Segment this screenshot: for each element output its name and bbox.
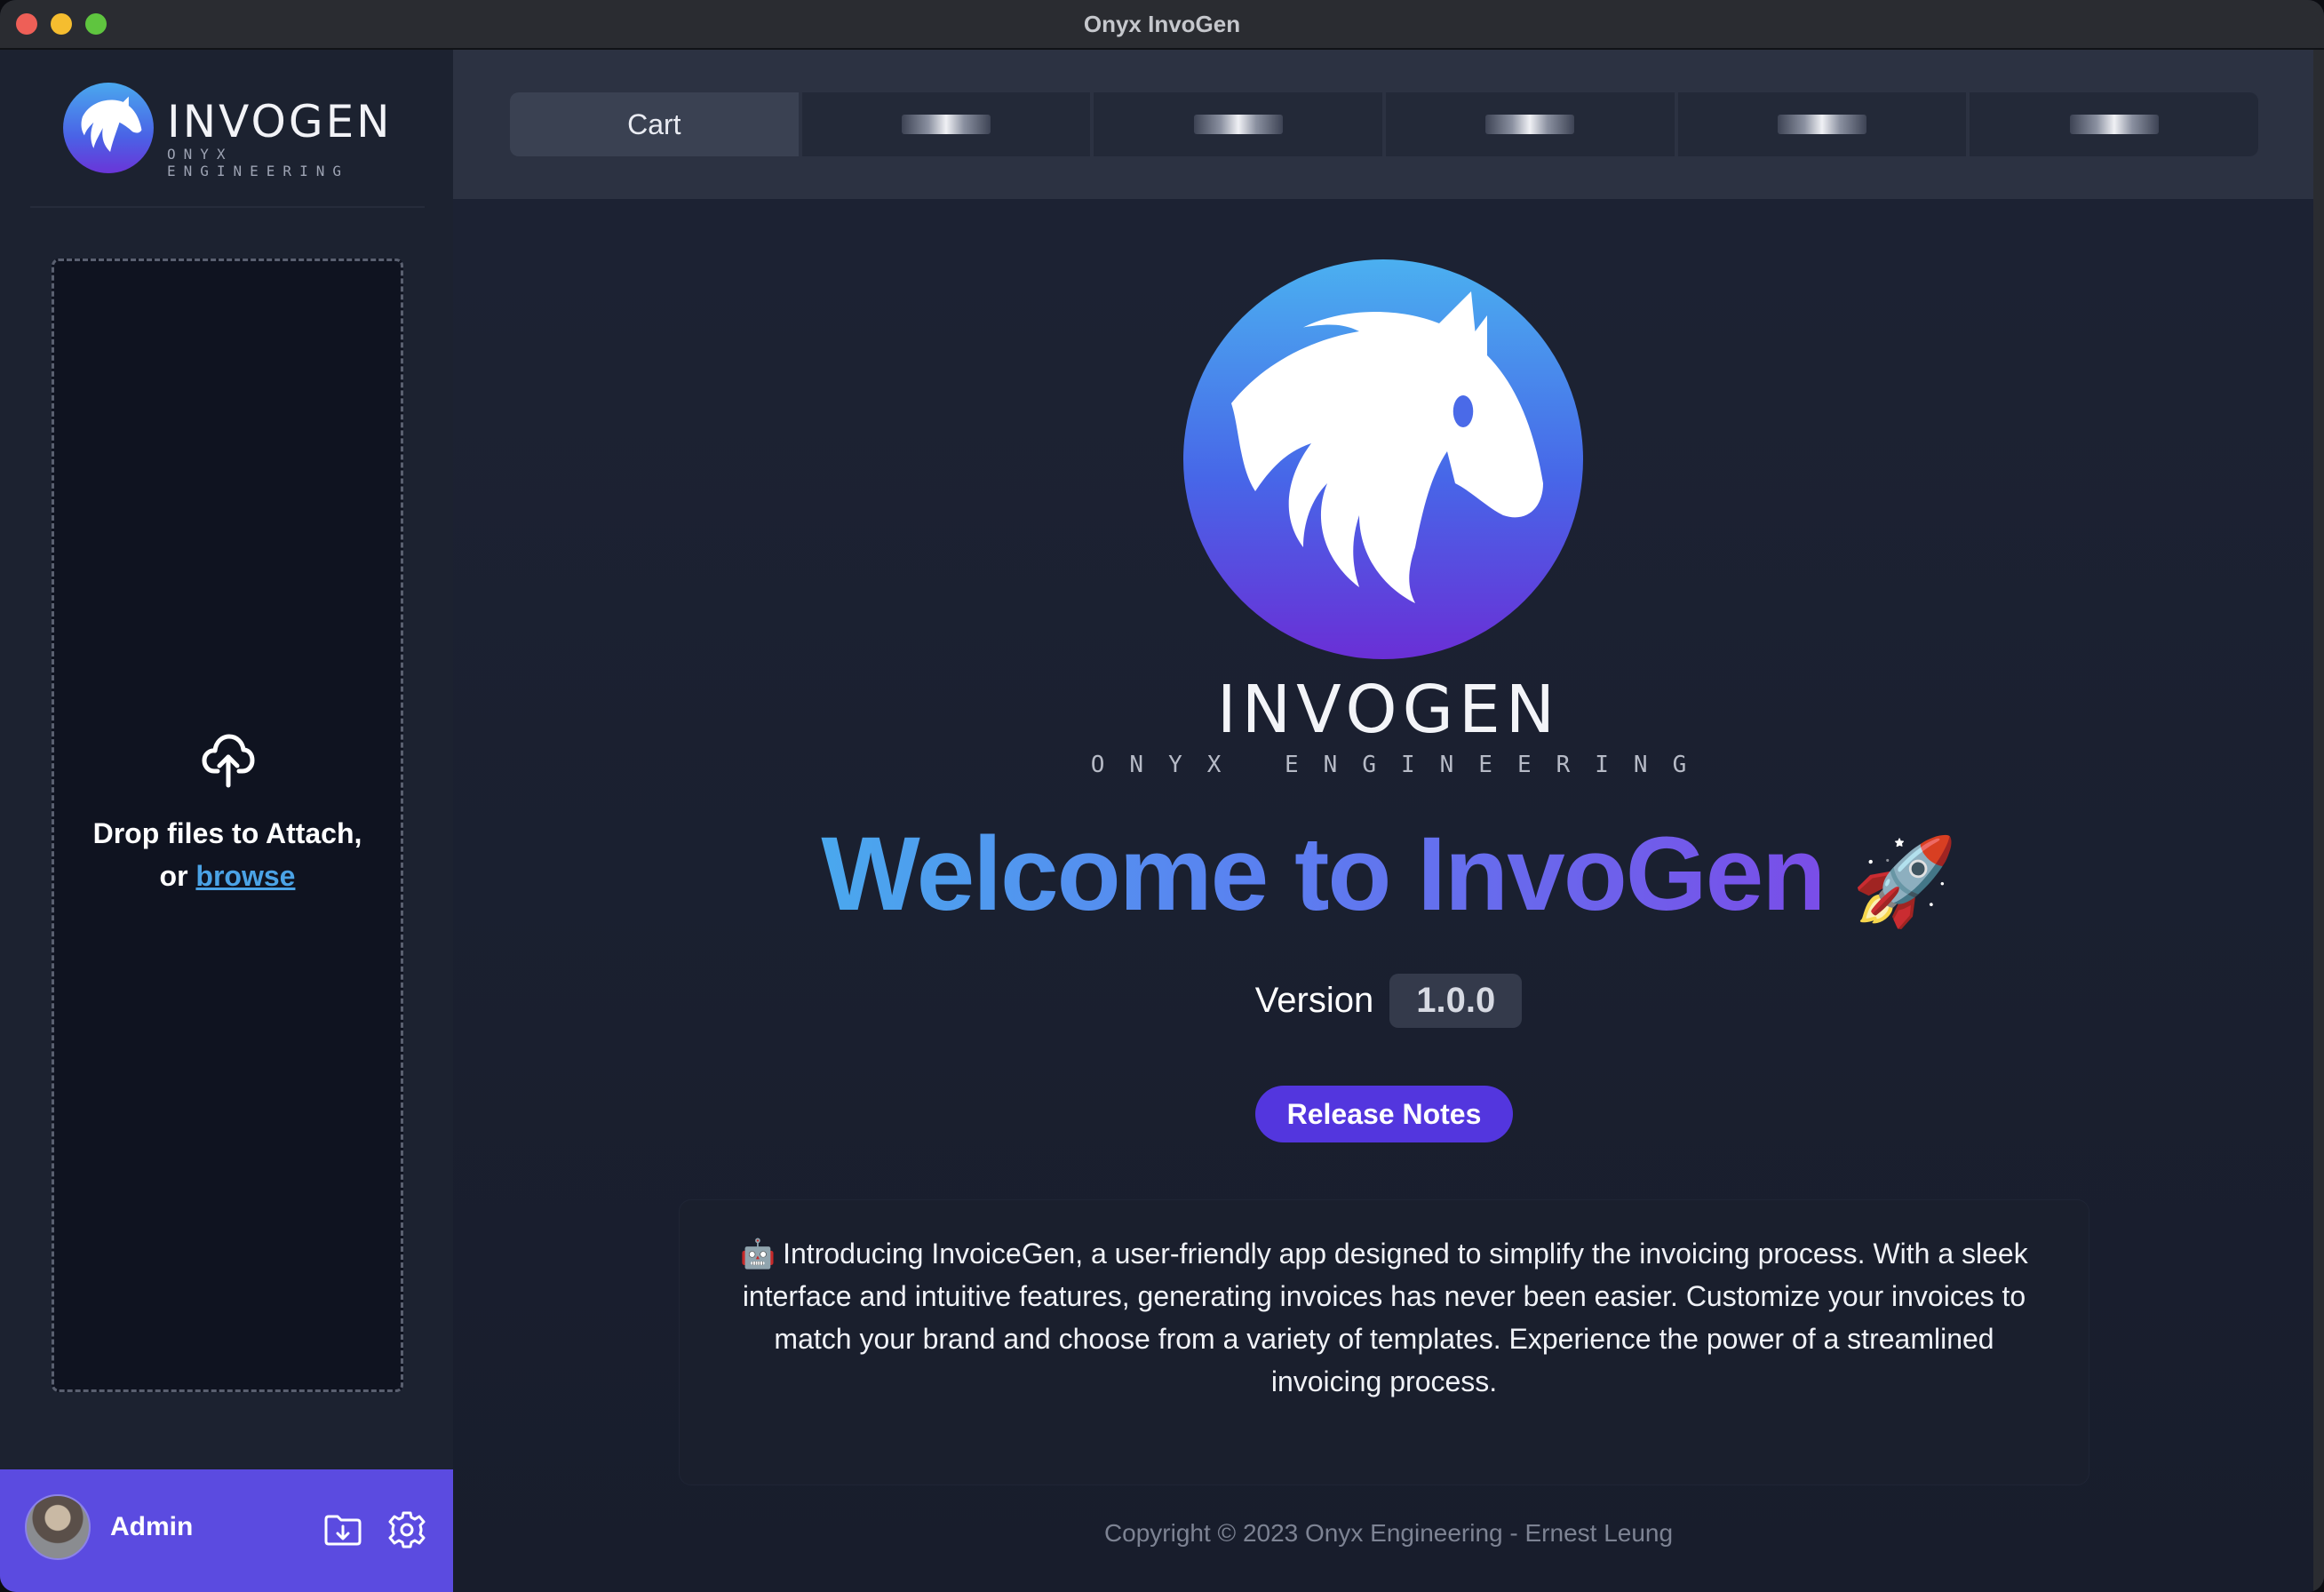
- tab-cart[interactable]: Cart: [510, 92, 799, 156]
- folder-download-icon[interactable]: [322, 1508, 364, 1551]
- version-row: Version 1.0.0: [453, 974, 2324, 1028]
- tab-6[interactable]: [1970, 92, 2259, 156]
- sidebar: INVOGEN ONYX ENGINEERING Drop files to A…: [0, 50, 453, 1592]
- horse-logo-icon: [63, 83, 154, 173]
- tab-2[interactable]: [801, 92, 1091, 156]
- dropzone-text: Drop files to Attach, or browse: [54, 812, 401, 897]
- dropzone-browse-line: or browse: [54, 855, 401, 897]
- redacted-tab-label: [1193, 115, 1283, 134]
- tabs: Cart: [510, 92, 2259, 156]
- title-bar: Onyx InvoGen: [0, 0, 2324, 50]
- tab-bar: Cart: [453, 50, 2324, 199]
- welcome-text: Welcome to InvoGen: [821, 816, 1826, 933]
- redacted-tab-label: [902, 115, 991, 134]
- redacted-tab-label: [1778, 115, 1867, 134]
- tab-3[interactable]: [1094, 92, 1383, 156]
- app-window: Onyx InvoGen INVOGEN ONYX ENGINEERING Dr…: [0, 0, 2324, 1592]
- version-badge: 1.0.0: [1389, 974, 1523, 1028]
- dropzone-label: Drop files to Attach,: [92, 817, 362, 849]
- dropzone-or: or: [159, 860, 188, 892]
- rocket-icon: 🚀: [1851, 833, 1958, 929]
- username: Admin: [110, 1512, 194, 1541]
- hero-wordmark: INVOGEN: [1216, 672, 1561, 748]
- horse-logo-icon: [1183, 259, 1583, 659]
- logo-subtitle: ONYX ENGINEERING: [167, 146, 349, 179]
- copyright: Copyright © 2023 Onyx Engineering - Erne…: [1103, 1519, 1674, 1547]
- description: 🤖 Introducing InvoiceGen, a user-friendly…: [729, 1232, 2039, 1403]
- logo-wordmark: INVOGEN: [167, 96, 393, 147]
- description-card: 🤖 Introducing InvoiceGen, a user-friendly…: [679, 1199, 2089, 1485]
- version-label: Version: [1254, 981, 1374, 1020]
- hero-subtitle: ONYX ENGINEERING: [1090, 752, 1712, 778]
- avatar[interactable]: [25, 1494, 91, 1560]
- file-dropzone[interactable]: Drop files to Attach, or browse: [52, 259, 403, 1392]
- redacted-tab-label: [2069, 115, 2159, 134]
- browse-link[interactable]: browse: [195, 860, 295, 892]
- sidebar-divider: [30, 206, 425, 208]
- robot-icon: 🤖: [740, 1238, 776, 1270]
- sidebar-logo: INVOGEN ONYX ENGINEERING: [62, 82, 400, 179]
- release-notes-button[interactable]: Release Notes: [1255, 1086, 1513, 1142]
- gear-icon[interactable]: [386, 1508, 428, 1551]
- user-bar: Admin: [0, 1469, 453, 1592]
- window-edge: [2313, 50, 2324, 1592]
- description-text: Introducing InvoiceGen, a user-friendly …: [742, 1238, 2028, 1397]
- window-title: Onyx InvoGen: [1083, 11, 1241, 37]
- tab-4[interactable]: [1386, 92, 1675, 156]
- upload-cloud-icon: [202, 734, 255, 788]
- main-content: Cart INVOGEN ONYX ENGINEERING Welcome to…: [453, 50, 2324, 1592]
- tab-5[interactable]: [1677, 92, 1967, 156]
- welcome-heading: Welcome to InvoGen 🚀: [453, 814, 2324, 935]
- redacted-tab-label: [1485, 115, 1575, 134]
